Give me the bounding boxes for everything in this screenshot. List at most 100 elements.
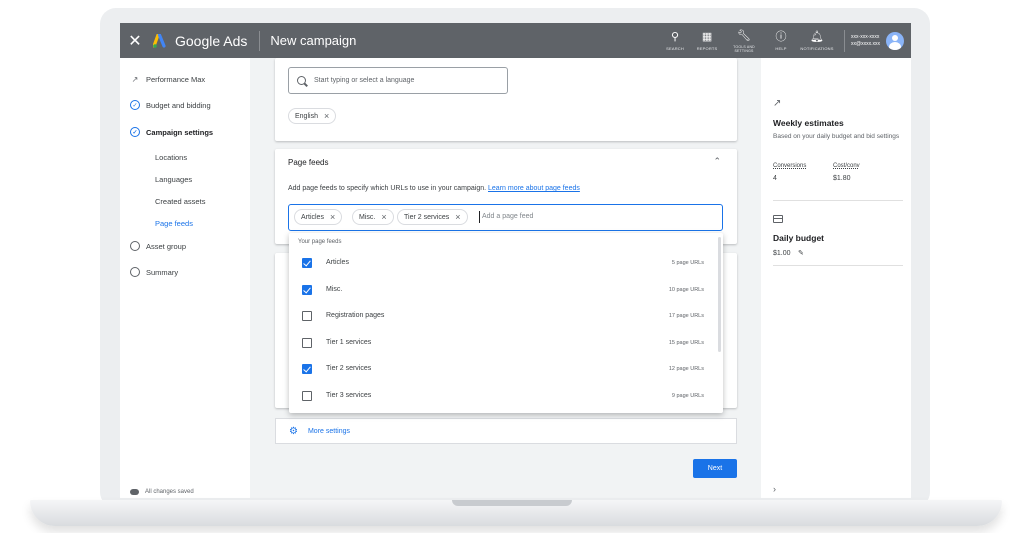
- page-feeds-title: Page feeds: [288, 158, 329, 167]
- checkbox-checked-icon[interactable]: [302, 258, 312, 268]
- chevron-up-icon[interactable]: ⌃: [713, 156, 721, 167]
- reports-icon: ▦: [701, 31, 713, 43]
- feed-chip-misc[interactable]: Misc. ×: [352, 209, 394, 225]
- search-tool-button[interactable]: ⚲ SEARCH: [660, 30, 690, 51]
- sidebar-item-label: Performance Max: [146, 74, 206, 84]
- sidebar-item-campaign-settings[interactable]: ✓ Campaign settings: [130, 127, 213, 137]
- account-id: xxx-xxx-xxxx: [851, 33, 880, 40]
- checkbox-checked-icon[interactable]: [302, 364, 312, 374]
- page-feed-option[interactable]: Misc. 10 page URLs: [289, 278, 714, 304]
- page-feed-count: 5 page URLs: [671, 260, 704, 266]
- remove-icon[interactable]: ×: [455, 212, 460, 222]
- cost-conv-label: Cost/conv: [833, 163, 860, 169]
- header-divider: [259, 30, 261, 51]
- feed-chip-articles[interactable]: Articles ×: [294, 209, 343, 225]
- page-feed-count: 9 page URLs: [671, 392, 704, 399]
- divider: [773, 265, 903, 266]
- conversions-value: 4: [773, 175, 777, 182]
- page-feed-count: 17 page URLs: [668, 313, 704, 319]
- checkbox-checked-icon[interactable]: [302, 284, 312, 295]
- account-info[interactable]: xxx-xxx-xxxx xx@xxxx.xxx: [851, 34, 880, 48]
- daily-budget-title: Daily budget: [773, 233, 825, 243]
- bell-icon: 🔔︎: [810, 31, 825, 43]
- chip-label: Tier 2 services: [404, 213, 450, 221]
- sidebar-subitem-created-assets[interactable]: Created assets: [155, 197, 205, 206]
- dropdown-header: Your page feeds: [298, 239, 342, 245]
- sidebar-item-performance-max[interactable]: ↗ Performance Max: [130, 74, 206, 84]
- remove-icon[interactable]: ×: [330, 212, 335, 222]
- page-feed-count: 12 page URLs: [668, 366, 704, 372]
- remove-icon[interactable]: ×: [381, 212, 386, 222]
- page-feed-name: Tier 1 services: [326, 338, 372, 346]
- check-circle-icon: ✓: [130, 100, 140, 110]
- page-feed-name: Misc.: [326, 285, 343, 293]
- laptop-notch: [452, 500, 572, 506]
- sidebar-subitem-locations[interactable]: Locations: [155, 153, 187, 162]
- search-icon: ⚲: [671, 31, 680, 43]
- help-tool-label: HELP: [775, 46, 787, 51]
- page-feed-option[interactable]: Articles 5 page URLs: [289, 251, 714, 277]
- help-icon: ⓘ: [775, 31, 787, 43]
- language-chip-english[interactable]: English ×: [288, 108, 337, 124]
- page-feed-option[interactable]: Tier 3 services 9 page URLs: [289, 384, 714, 410]
- language-search-placeholder: Start typing or select a language: [314, 77, 415, 84]
- page-feeds-card: Page feeds ⌃ Add page feeds to specify w…: [275, 149, 737, 244]
- tools-settings-button[interactable]: 🔧︎ TOOLS AND SETTINGS: [724, 29, 764, 53]
- page-feed-name: Tier 2 services: [326, 365, 372, 372]
- divider: [773, 200, 903, 201]
- save-status: All changes saved: [130, 489, 194, 495]
- language-search-input[interactable]: Start typing or select a language: [288, 67, 508, 94]
- page-feed-count: 15 page URLs: [668, 339, 704, 346]
- sidebar-item-label: Asset group: [146, 241, 187, 251]
- page-feed-name: Tier 3 services: [326, 391, 372, 399]
- page-feed-option[interactable]: Tier 1 services 15 page URLs: [289, 331, 714, 357]
- sidebar-item-label: Campaign settings: [146, 127, 214, 137]
- text-cursor: [479, 211, 480, 223]
- save-status-text: All changes saved: [145, 489, 194, 495]
- avatar[interactable]: [886, 31, 904, 50]
- sidebar-item-budget-bidding[interactable]: ✓ Budget and bidding: [130, 100, 211, 110]
- next-button[interactable]: Next: [693, 459, 737, 478]
- trend-icon: ↗: [773, 98, 782, 109]
- learn-more-link[interactable]: Learn more about page feeds: [488, 185, 580, 192]
- google-ads-logo-icon: [152, 32, 169, 48]
- remove-icon[interactable]: ×: [324, 111, 329, 121]
- reports-tool-button[interactable]: ▦ REPORTS: [692, 30, 722, 51]
- brand-name: Google Ads: [175, 32, 248, 49]
- edit-pencil-icon[interactable]: ✎: [798, 249, 804, 257]
- top-bar: ✕ Google Ads New campaign ⚲ SEARCH ▦ REP…: [120, 23, 911, 58]
- page-feed-option[interactable]: Tier 2 services 12 page URLs: [289, 357, 714, 383]
- feed-chip-tier-2[interactable]: Tier 2 services ×: [397, 209, 468, 225]
- sidebar-subitem-languages[interactable]: Languages: [155, 175, 192, 184]
- trend-icon: ↗: [131, 74, 139, 84]
- page-feed-count: 10 page URLs: [668, 286, 704, 293]
- weekly-estimates-subtitle: Based on your daily budget and bid setti…: [773, 133, 900, 140]
- sidebar-item-label: Summary: [146, 267, 179, 277]
- sidebar-item-summary[interactable]: Summary: [130, 267, 178, 277]
- checkbox-empty-icon[interactable]: [302, 311, 312, 321]
- page-feed-input-placeholder: Add a page feed: [482, 213, 534, 220]
- sidebar-subitem-page-feeds[interactable]: Page feeds: [155, 219, 193, 228]
- sidebar-item-label: Budget and bidding: [146, 100, 211, 110]
- notifications-tool-button[interactable]: 🔔︎ NOTIFICATIONS: [798, 30, 836, 51]
- help-tool-button[interactable]: ⓘ HELP: [766, 30, 796, 51]
- cloud-done-icon: [130, 489, 139, 495]
- more-settings-button[interactable]: ⚙ More settings: [275, 418, 737, 444]
- page-feed-name: Articles: [326, 259, 349, 266]
- account-email: xx@xxxx.xxx: [851, 40, 880, 47]
- page-feeds-description: Add page feeds to specify which URLs to …: [288, 185, 580, 192]
- page-feed-input[interactable]: Articles × Misc. × Tier 2 services × Add…: [288, 204, 723, 231]
- page-feed-option[interactable]: Registration pages 17 page URLs: [289, 304, 714, 330]
- scrollbar[interactable]: [718, 237, 721, 352]
- chevron-right-icon[interactable]: ›: [773, 484, 776, 494]
- checkbox-empty-icon[interactable]: [302, 337, 312, 348]
- checkbox-empty-icon[interactable]: [302, 390, 312, 401]
- search-icon: [297, 76, 306, 85]
- cost-conv-value: $1.80: [833, 175, 851, 182]
- conversions-label: Conversions: [773, 163, 807, 169]
- right-panel: ↗ Weekly estimates Based on your daily b…: [761, 58, 911, 498]
- sidebar-item-asset-group[interactable]: Asset group: [130, 241, 186, 251]
- weekly-estimates-title: Weekly estimates: [773, 118, 844, 128]
- close-icon[interactable]: ✕: [120, 31, 150, 51]
- chip-label: Articles: [301, 213, 324, 221]
